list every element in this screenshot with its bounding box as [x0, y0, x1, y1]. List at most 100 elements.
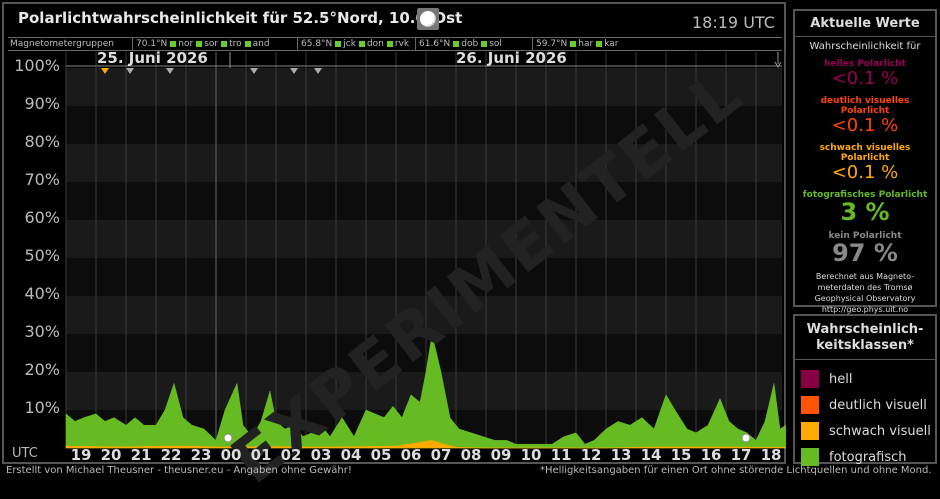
current-values-heading: Aktuelle Werte	[795, 11, 935, 37]
station-status-icon	[170, 40, 177, 47]
x-tick-label: 03	[310, 446, 332, 464]
x-tick-label: 02	[280, 446, 302, 464]
x-tick-label: 06	[400, 446, 422, 464]
group-latitude: 59.7°N	[536, 39, 568, 49]
legend-item: hell	[801, 368, 933, 390]
x-tick-label: 15	[670, 446, 692, 464]
current-values-panel: Aktuelle Werte Wahrscheinlichkeit für he…	[793, 9, 937, 314]
x-tick-label: 11	[550, 446, 572, 464]
magnetometer-group: 65.8°N jck don rvk	[301, 38, 409, 50]
level-value: <0.1 %	[831, 115, 899, 136]
station-name: jck	[343, 39, 356, 49]
moon-marker	[741, 433, 751, 443]
station-status-icon	[196, 40, 203, 47]
station-name: nor	[178, 39, 194, 49]
grid-band	[66, 182, 782, 220]
source-line: Berechnet aus Magneto-	[815, 272, 915, 281]
x-tick-label: 04	[340, 446, 362, 464]
source-line: Geophysical Observatory	[814, 294, 916, 303]
legend-label: deutlich visuell	[829, 398, 927, 413]
classes-heading-line: keitsklassen*	[816, 338, 914, 353]
y-tick-label: 40%	[24, 284, 60, 303]
legend-label: fotografisch	[829, 450, 907, 465]
legend-label: hell	[829, 372, 853, 387]
moon-phase-icon	[417, 8, 439, 30]
y-tick-label: 20%	[24, 360, 60, 379]
classes-panel: Wahrscheinlich- keitsklassen* hell deutli…	[793, 314, 937, 466]
station-status-icon	[481, 40, 488, 47]
station-name: kar	[604, 39, 619, 49]
station-status-icon	[453, 40, 460, 47]
station-status-icon	[244, 40, 251, 47]
level-value: <0.1 %	[831, 68, 899, 89]
x-tick-label: 07	[430, 446, 452, 464]
legend-swatch	[801, 396, 819, 414]
page-title: Polarlichtwahrscheinlichkeit für 52.5°No…	[18, 9, 463, 27]
station-status-icon	[335, 40, 342, 47]
x-tick-label: 19	[70, 446, 92, 464]
station-status-icon	[596, 40, 603, 47]
x-tick-label: 01	[250, 446, 272, 464]
x-tick-label: 13	[610, 446, 632, 464]
date-label: 26. Juni 2026	[456, 49, 567, 67]
y-tick-label: 70%	[24, 170, 60, 189]
y-tick-label: 50%	[24, 246, 60, 265]
source-line: meterdaten des Tromsø	[817, 283, 913, 292]
footer-credit: Erstellt von Michael Theusner - theusner…	[6, 465, 352, 476]
classes-heading: Wahrscheinlich- keitsklassen*	[795, 316, 935, 360]
x-tick-label: 00	[220, 446, 242, 464]
group-separator	[297, 38, 298, 50]
x-tick-label: 12	[580, 446, 602, 464]
group-latitude: 61.6°N	[419, 39, 451, 49]
x-tick-label: 22	[160, 446, 182, 464]
legend-label: schwach visuell	[829, 424, 931, 439]
y-tick-label: 30%	[24, 322, 60, 341]
x-tick-label: 20	[100, 446, 122, 464]
level-label: schwach visuelles Polarlicht	[819, 143, 911, 163]
x-tick-label: 08	[460, 446, 482, 464]
level-value: <0.1 %	[831, 162, 899, 183]
x-tick-label: 21	[130, 446, 152, 464]
date-label: 25. Juni 2026	[97, 49, 208, 67]
x-tick-label: 17	[730, 446, 752, 464]
legend-item: deutlich visuell	[801, 394, 933, 416]
station-name: sor	[204, 39, 219, 49]
data-source: Berechnet aus Magneto-meterdaten des Tro…	[795, 271, 935, 315]
x-tick-label: 23	[190, 446, 212, 464]
legend-swatch	[801, 370, 819, 388]
station-name: har	[578, 39, 594, 49]
x-tick-label: 05	[370, 446, 392, 464]
legend-item: fotografisch	[801, 446, 933, 468]
x-tick-label: 18	[760, 446, 782, 464]
probability-label: Wahrscheinlichkeit für	[809, 41, 921, 52]
group-latitude: 70.1°N	[136, 39, 168, 49]
station-status-icon	[221, 40, 228, 47]
station-status-icon	[570, 40, 577, 47]
station-name: tro	[229, 39, 242, 49]
grid-band	[66, 220, 782, 258]
legend-item: schwach visuell	[801, 420, 933, 442]
station-name: don	[366, 39, 384, 49]
x-tick-label: 14	[640, 446, 662, 464]
classes-heading-line: Wahrscheinlich-	[806, 322, 924, 337]
utc-axis-label: UTC	[12, 446, 38, 461]
legend-swatch	[801, 448, 819, 466]
y-tick-label: 80%	[24, 132, 60, 151]
station-status-icon	[358, 40, 365, 47]
x-tick-label: 10	[520, 446, 542, 464]
station-name: and	[252, 39, 270, 49]
level-label: deutlich visuelles Polarlicht	[820, 96, 910, 116]
level-value: 3 %	[840, 198, 890, 226]
station-name: rvk	[394, 39, 410, 49]
station-name: dob	[461, 39, 479, 49]
station-name: sol	[489, 39, 502, 49]
group-separator	[415, 38, 416, 50]
current-time: 18:19 UTC	[692, 13, 775, 32]
legend-swatch	[801, 422, 819, 440]
x-tick-label: 16	[700, 446, 722, 464]
group-latitude: 65.8°N	[301, 39, 333, 49]
level-value: 97 %	[832, 239, 898, 267]
probability-levels: helles Polarlicht <0.1 % deutlich visuelle…	[795, 59, 935, 265]
y-tick-label: 90%	[24, 94, 60, 113]
x-tick-label: 09	[490, 446, 512, 464]
